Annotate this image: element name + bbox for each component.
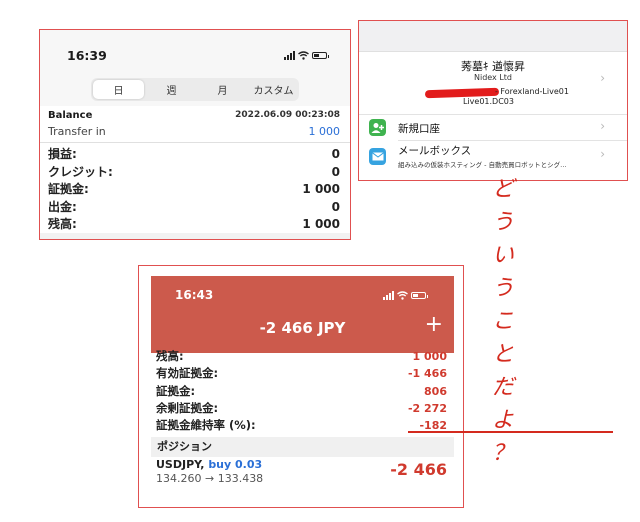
top-band bbox=[359, 21, 627, 52]
balance-title: Balance bbox=[48, 110, 93, 121]
add-user-icon bbox=[369, 119, 386, 136]
summary-row: 損益: 0 bbox=[48, 146, 340, 164]
position-prices: 134.260 → 133.438 bbox=[156, 472, 264, 485]
account-rows: 残高: 1 000 有効証拠金: -1 466 証拠金: 806 余剰証拠金: -2 2… bbox=[156, 348, 447, 434]
row-label: 証拠金: bbox=[156, 383, 196, 398]
equity-amount: -2 466 JPY bbox=[259, 319, 346, 337]
balance-date: 2022.06.09 00:23:08 bbox=[235, 110, 340, 120]
tab-day[interactable]: 日 bbox=[93, 80, 144, 99]
positions-header: ポジション bbox=[151, 437, 454, 457]
tab-week[interactable]: 週 bbox=[146, 78, 197, 101]
transfer-amount: 1 000 bbox=[308, 125, 341, 138]
annotation-char: ？ bbox=[491, 441, 514, 466]
battery-icon bbox=[312, 52, 329, 59]
annotation-char: と bbox=[491, 342, 514, 367]
account-company: Nidex Ltd bbox=[473, 73, 512, 82]
row-label: 残高: bbox=[48, 217, 77, 231]
status-icons bbox=[383, 291, 428, 300]
status-time: 16:43 bbox=[175, 288, 214, 302]
trade-panel: 16:43 -2 466 JPY + 残高: 1 000 有効証拠金: -1 466… bbox=[138, 265, 464, 508]
account-row: 残高: 1 000 bbox=[156, 348, 447, 365]
tab-month[interactable]: 月 bbox=[197, 78, 248, 101]
row-label: 有効証拠金: bbox=[156, 366, 219, 381]
divider bbox=[40, 142, 350, 143]
summary-row: 証拠金: 1 000 bbox=[48, 181, 340, 199]
account-row: 証拠金維持率 (%): -182 bbox=[156, 417, 447, 434]
row-label: 残高: bbox=[156, 349, 184, 363]
account-name: 莠墓ｷ 遒懷昇 bbox=[461, 60, 525, 73]
summary-rows: 損益: 0 クレジット: 0 証拠金: 1 000 出金: 0 残高: 1 000 bbox=[48, 146, 340, 234]
chevron-right-icon: › bbox=[600, 119, 605, 133]
divider bbox=[359, 114, 627, 115]
account-menu-panel: 莠墓ｷ 遒懷昇 Nidex Ltd - Forexland-Live01 Liv… bbox=[358, 20, 628, 181]
row-value: -1 466 bbox=[407, 367, 447, 381]
menu-sublabel: 組み込みの仮装ホスティング - 自動売買ロボットとシグ… bbox=[398, 161, 567, 169]
row-value: 0 bbox=[331, 164, 340, 179]
handwritten-annotation: ど う い う こ と だ よ ？ bbox=[483, 173, 523, 470]
account-row: 証拠金: 806 bbox=[156, 383, 447, 400]
annotation-char: う bbox=[491, 276, 514, 301]
summary-row: クレジット: 0 bbox=[48, 164, 340, 182]
wifi-icon bbox=[298, 51, 309, 60]
trade-header: 16:43 -2 466 JPY + bbox=[151, 276, 454, 353]
summary-row: 出金: 0 bbox=[48, 199, 340, 217]
row-label: 余剰証拠金: bbox=[156, 400, 219, 415]
mail-icon bbox=[369, 148, 386, 165]
tab-custom[interactable]: カスタム bbox=[248, 78, 299, 101]
signal-icon bbox=[284, 51, 295, 60]
signal-icon bbox=[383, 291, 394, 300]
account-row: 有効証拠金: -1 466 bbox=[156, 365, 447, 382]
annotation-char: い bbox=[491, 243, 514, 268]
row-value: 806 bbox=[424, 384, 447, 398]
account-row: 余剰証拠金: -2 272 bbox=[156, 400, 447, 417]
row-value: 0 bbox=[331, 147, 340, 161]
annotation-char: う bbox=[491, 210, 514, 235]
menu-label: メールボックス bbox=[398, 145, 472, 157]
position-symbol: USDJPY, bbox=[156, 458, 205, 471]
bottom-band bbox=[40, 233, 350, 239]
menu-label: 新規口座 bbox=[398, 123, 440, 135]
chevron-right-icon: › bbox=[600, 147, 605, 161]
balance-history-panel: 16:39 日 週 月 カスタム Balance 2022.06.09 00:2… bbox=[39, 29, 351, 240]
period-tabs: 日 週 月 カスタム bbox=[91, 78, 299, 101]
position-symbol-line: USDJPY, buy 0.03 bbox=[156, 458, 262, 471]
annotation-char: だ bbox=[491, 375, 514, 400]
status-bar: 16:39 日 週 月 カスタム bbox=[40, 30, 350, 106]
annotation-char: こ bbox=[491, 309, 514, 334]
annotation-char: ど bbox=[491, 177, 514, 202]
row-label: 損益: bbox=[48, 147, 77, 161]
status-icons bbox=[284, 51, 329, 60]
annotation-underline bbox=[408, 431, 613, 433]
position-side: buy 0.03 bbox=[208, 458, 263, 471]
summary-row: 残高: 1 000 bbox=[48, 216, 340, 234]
row-label: 証拠金維持率 (%): bbox=[156, 418, 256, 433]
transfer-label: Transfer in bbox=[48, 125, 106, 138]
divider bbox=[398, 140, 627, 141]
row-label: 出金: bbox=[48, 199, 77, 214]
row-value: 1 000 bbox=[302, 217, 340, 231]
account-server-dc: Live01.DC03 bbox=[463, 97, 514, 106]
status-time: 16:39 bbox=[67, 48, 107, 63]
row-value: 0 bbox=[331, 199, 340, 214]
row-label: 証拠金: bbox=[48, 182, 89, 196]
chevron-right-icon: › bbox=[600, 71, 605, 85]
row-value: -2 272 bbox=[407, 401, 447, 415]
row-value: 1 000 bbox=[412, 350, 447, 363]
battery-icon bbox=[411, 292, 428, 299]
row-value: 1 000 bbox=[302, 182, 340, 196]
account-server: - Forexland-Live01 bbox=[495, 87, 569, 96]
position-profit: -2 466 bbox=[390, 460, 447, 479]
plus-icon[interactable]: + bbox=[425, 314, 443, 336]
wifi-icon bbox=[397, 291, 408, 300]
row-label: クレジット: bbox=[48, 164, 113, 179]
